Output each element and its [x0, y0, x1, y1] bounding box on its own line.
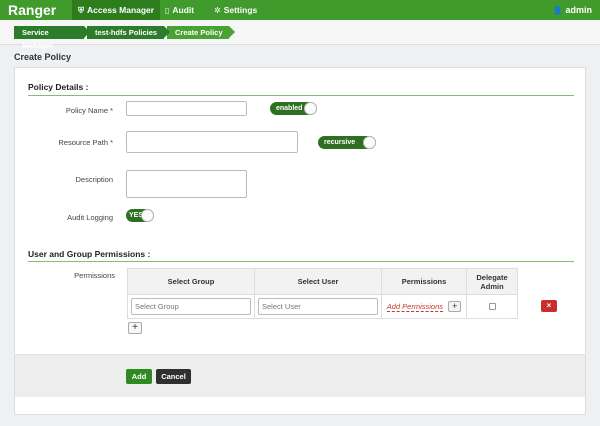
- breadcrumb-test-hdfs-policies[interactable]: test-hdfs Policies: [87, 26, 170, 39]
- column-delegate-admin: Delegate Admin: [466, 268, 518, 295]
- user-icon: 👤: [552, 6, 563, 15]
- recursive-toggle-label: recursive: [324, 139, 356, 146]
- add-row-button[interactable]: +: [128, 322, 142, 334]
- brand-logo[interactable]: Ranger: [8, 2, 56, 18]
- add-permission-button[interactable]: +: [448, 301, 462, 312]
- cancel-button[interactable]: Cancel: [156, 369, 191, 384]
- permissions-section-title: User and Group Permissions :: [28, 249, 151, 259]
- column-permissions: Permissions: [381, 268, 467, 295]
- nav-settings[interactable]: ✲ Settings: [208, 0, 263, 20]
- page-title: Create Policy: [14, 52, 72, 62]
- delete-row-button[interactable]: ×: [541, 300, 557, 312]
- breadcrumb: Service Manager test-hdfs Policies Creat…: [0, 20, 600, 50]
- permissions-table: Select Group Select User Permissions Del…: [127, 268, 518, 319]
- enabled-toggle[interactable]: enabled: [270, 102, 317, 115]
- shield-icon: ⛨: [78, 6, 84, 15]
- nav-audit[interactable]: ▯ Audit: [159, 0, 200, 20]
- policy-name-input[interactable]: [126, 101, 247, 116]
- recursive-toggle[interactable]: recursive: [318, 136, 376, 149]
- column-select-user: Select User: [254, 268, 382, 295]
- description-textarea[interactable]: [126, 170, 247, 198]
- toggle-knob: [304, 102, 317, 115]
- resource-path-label: Resource Path *: [58, 138, 113, 147]
- policy-details-title: Policy Details :: [28, 82, 89, 92]
- nav-settings-label: Settings: [223, 5, 258, 15]
- resource-path-input[interactable]: [126, 131, 298, 153]
- breadcrumb-create-policy: Create Policy: [167, 26, 235, 39]
- add-permissions-link[interactable]: Add Permissions: [386, 301, 444, 312]
- nav-audit-label: Audit: [172, 5, 195, 15]
- column-select-group: Select Group: [127, 268, 255, 295]
- user-name: admin: [565, 5, 592, 15]
- nav-access-manager[interactable]: ⛨ Access Manager: [72, 0, 161, 20]
- delegate-admin-checkbox[interactable]: [488, 303, 496, 310]
- toggle-knob: [363, 136, 376, 149]
- toggle-knob: [141, 209, 154, 222]
- permissions-label: Permissions: [74, 271, 115, 280]
- policy-name-label: Policy Name *: [65, 106, 113, 115]
- audit-logging-toggle[interactable]: YES: [126, 209, 154, 222]
- audit-logging-label: Audit Logging: [67, 213, 113, 222]
- select-group-input[interactable]: [131, 298, 251, 315]
- add-button[interactable]: Add: [126, 369, 152, 384]
- nav-access-manager-label: Access Manager: [87, 5, 155, 15]
- section-divider: [28, 261, 574, 262]
- user-menu[interactable]: 👤 admin: [553, 0, 592, 20]
- top-navbar: Ranger ⛨ Access Manager ▯ Audit ✲ Settings …: [0, 0, 600, 20]
- create-policy-form: Policy Details : Policy Name * enabled R…: [14, 67, 586, 415]
- enabled-toggle-label: enabled: [276, 105, 303, 112]
- table-row: Add Permissions +: [127, 294, 518, 319]
- description-label: Description: [75, 175, 113, 184]
- select-user-input[interactable]: [258, 298, 378, 315]
- section-divider: [28, 95, 574, 96]
- gear-icon: ✲: [214, 6, 221, 15]
- form-actions: Add Cancel: [15, 354, 585, 397]
- breadcrumb-service-manager[interactable]: Service Manager: [14, 26, 90, 50]
- document-icon: ▯: [165, 6, 170, 15]
